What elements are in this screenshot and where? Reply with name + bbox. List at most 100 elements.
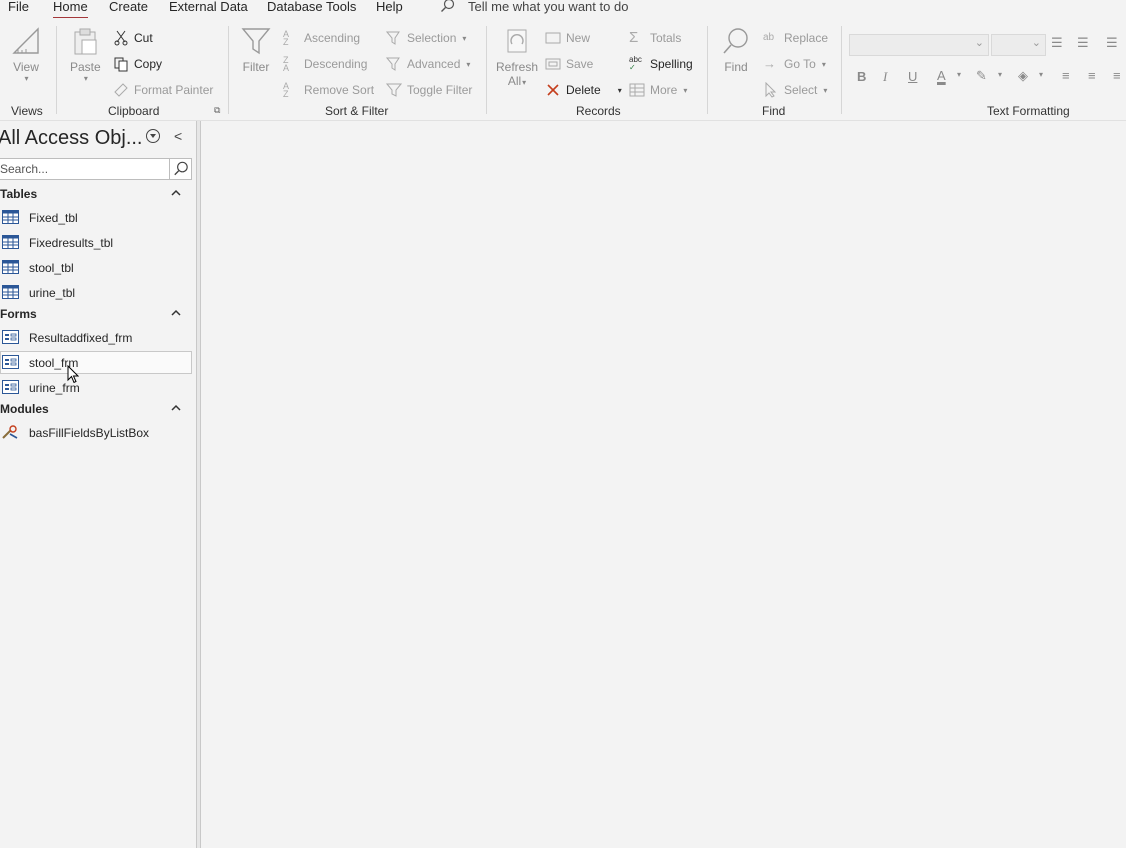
replace-button[interactable]: ab Replace	[763, 29, 828, 47]
copy-button[interactable]: Copy	[113, 55, 162, 73]
nav-item-form[interactable]: urine_frm	[0, 376, 192, 399]
delete-button[interactable]: Delete ▾	[545, 81, 622, 99]
spelling-check-icon: abc ✓	[629, 55, 642, 72]
view-label: View	[13, 60, 39, 74]
remove-sort-label: Remove Sort	[304, 83, 375, 97]
font-name-combo[interactable]	[849, 34, 989, 56]
nav-item-label: urine_tbl	[29, 286, 76, 300]
font-size-combo[interactable]	[991, 34, 1046, 56]
align-center-icon[interactable]: ≡	[1088, 68, 1096, 83]
menu-bar: File Home Create External Data Database …	[0, 0, 1126, 19]
cut-button[interactable]: Cut	[113, 29, 153, 47]
shutter-bar-collapse-icon[interactable]: <	[174, 128, 182, 144]
chevron-down-icon[interactable]: ▾	[998, 70, 1002, 79]
chevron-down-icon: ▾	[522, 78, 527, 87]
dialog-launcher-icon[interactable]: ⧉	[214, 105, 220, 116]
sort-filter-group-label: Sort & Filter	[325, 104, 389, 118]
nav-search-input[interactable]	[0, 159, 165, 179]
filter-button[interactable]: Filter	[241, 26, 271, 74]
nav-item-form[interactable]: stool_frm	[0, 351, 192, 374]
nav-search-box	[0, 158, 192, 180]
selection-button[interactable]: Selection ▾	[386, 29, 466, 47]
underline-button[interactable]: U	[908, 69, 917, 84]
table-icon	[2, 235, 19, 249]
chevron-down-icon[interactable]: ▾	[957, 70, 961, 79]
view-button[interactable]: View ▾	[11, 26, 41, 83]
spelling-button[interactable]: abc ✓ Spelling	[629, 55, 693, 73]
nav-item-table[interactable]: stool_tbl	[0, 256, 192, 279]
replace-label: Replace	[784, 31, 829, 45]
nav-item-table[interactable]: Fixedresults_tbl	[0, 231, 192, 254]
fill-color-icon[interactable]: ◈	[1018, 68, 1028, 84]
ascending-button[interactable]: AZ Ascending	[283, 29, 360, 47]
form-icon	[2, 355, 19, 369]
tab-help[interactable]: Help	[376, 0, 403, 14]
more-label: More	[650, 83, 678, 97]
italic-button[interactable]: I	[883, 69, 887, 85]
advanced-label: Advanced	[407, 57, 461, 71]
chevron-down-icon: ▾	[821, 59, 826, 69]
cut-label: Cut	[134, 31, 153, 45]
chevron-down-icon: ▾	[823, 85, 828, 95]
bullets-icon[interactable]: ☰	[1051, 35, 1063, 51]
indent-icon[interactable]: ☰	[1106, 35, 1118, 51]
chevron-down-icon[interactable]: ▾	[618, 86, 622, 95]
ribbon-divider	[56, 26, 57, 114]
search-icon[interactable]	[169, 159, 191, 179]
font-color-button[interactable]: A	[937, 68, 946, 83]
nav-section-tables[interactable]: Tables	[0, 184, 192, 204]
replace-icon: ab	[763, 32, 775, 43]
nav-item-table[interactable]: urine_tbl	[0, 281, 192, 304]
mouse-cursor-icon	[67, 365, 79, 384]
descending-button[interactable]: ZA Descending	[283, 55, 367, 73]
align-left-icon[interactable]: ≡	[1062, 68, 1070, 83]
select-button[interactable]: Select ▾	[763, 81, 827, 99]
module-icon	[2, 425, 18, 439]
paste-button[interactable]: Paste ▾	[70, 26, 101, 83]
find-button[interactable]: Find	[721, 26, 751, 74]
ribbon-divider	[228, 26, 229, 114]
ribbon-divider	[707, 26, 708, 114]
copy-label: Copy	[134, 57, 163, 71]
highlight-icon[interactable]: ✎	[976, 68, 987, 84]
tab-external-data[interactable]: External Data	[169, 0, 248, 14]
tab-home[interactable]: Home	[53, 0, 88, 19]
tab-database-tools[interactable]: Database Tools	[267, 0, 356, 14]
chevron-up-icon	[171, 404, 181, 411]
remove-sort-button[interactable]: AZ Remove Sort	[283, 81, 374, 99]
tab-file[interactable]: File	[8, 0, 29, 14]
new-record-button[interactable]: New	[545, 29, 590, 47]
nav-menu-dropdown-icon[interactable]	[146, 129, 160, 143]
nav-item-table[interactable]: Fixed_tbl	[0, 206, 192, 229]
toggle-filter-button[interactable]: Toggle Filter	[386, 81, 472, 99]
nav-item-module[interactable]: basFillFieldsByListBox	[0, 421, 192, 444]
magnifier-icon	[723, 28, 748, 54]
save-button[interactable]: Save	[545, 55, 593, 73]
copy-icon	[114, 57, 128, 72]
refresh-all-button[interactable]: Refresh All▾	[496, 26, 538, 88]
nav-pane-title[interactable]: All Access Obj...	[0, 127, 143, 150]
tab-create[interactable]: Create	[109, 0, 148, 14]
chevron-down-icon[interactable]: ▾	[1039, 70, 1043, 79]
scissors-icon	[114, 30, 128, 46]
numbering-icon[interactable]: ☰	[1077, 35, 1089, 51]
nav-section-forms[interactable]: Forms	[0, 304, 192, 324]
tell-me-box[interactable]: Tell me what you want to do	[440, 0, 628, 14]
nav-item-form[interactable]: Resultaddfixed_frm	[0, 326, 192, 349]
nav-section-modules[interactable]: Modules	[0, 399, 192, 419]
format-painter-button[interactable]: Format Painter	[113, 81, 213, 99]
bold-button[interactable]: B	[857, 69, 866, 84]
save-icon	[545, 58, 561, 70]
selection-label: Selection	[407, 31, 457, 45]
new-label: New	[566, 31, 591, 45]
refresh-label: Refresh	[496, 60, 539, 74]
chevron-down-icon: ▾	[683, 85, 688, 95]
align-right-icon[interactable]: ≡	[1113, 68, 1121, 83]
goto-button[interactable]: → Go To ▾	[763, 55, 826, 73]
chevron-down-icon: ▾	[462, 33, 467, 43]
advanced-button[interactable]: Advanced ▾	[386, 55, 470, 73]
more-button[interactable]: More ▾	[629, 81, 687, 99]
totals-button[interactable]: Σ Totals	[629, 29, 681, 47]
funnel-icon	[241, 28, 271, 55]
totals-label: Totals	[650, 31, 682, 45]
